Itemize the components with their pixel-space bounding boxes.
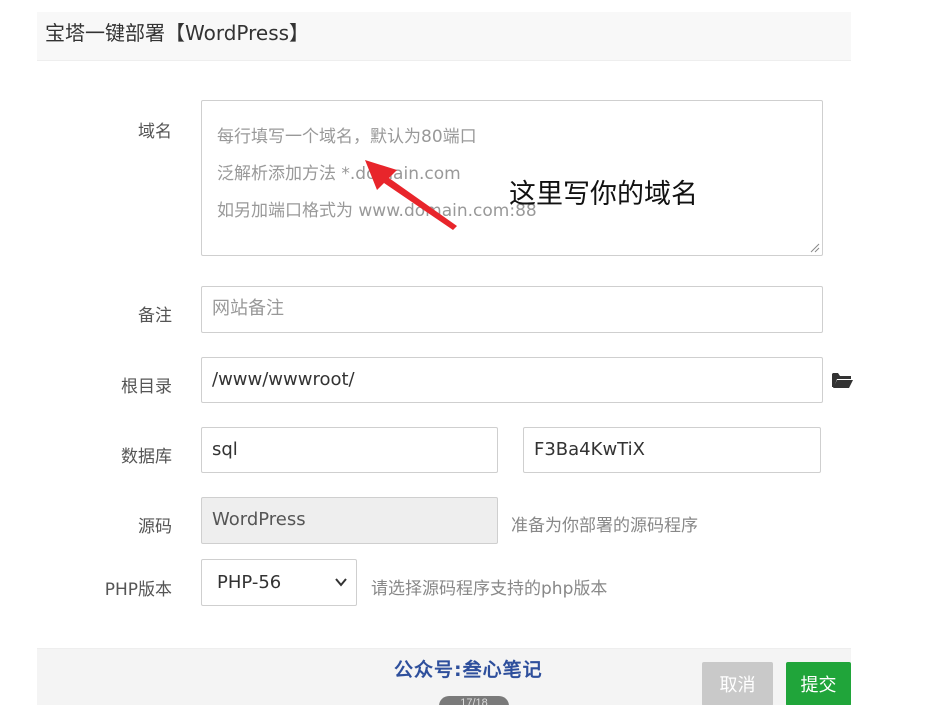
database-user-input[interactable]: sql [201,427,498,473]
folder-open-icon[interactable] [831,371,853,389]
source-input: WordPress [201,497,498,544]
cancel-button[interactable]: 取消 [702,662,773,705]
resize-grip-icon[interactable] [808,241,820,253]
annotation-text: 这里写你的域名 [509,179,698,210]
dialog-footer: 公众号:叁心笔记 取消 提交 17/18 [37,648,851,705]
domain-label: 域名 [138,122,172,142]
remark-input[interactable]: 网站备注 [201,286,823,333]
php-selected-value: PHP-56 [217,572,282,593]
php-version-select[interactable]: PHP-56 [201,559,357,606]
database-password-input[interactable]: F3Ba4KwTiX [523,427,821,473]
chevron-down-icon [335,578,347,587]
source-hint: 准备为你部署的源码程序 [511,516,698,536]
pager-badge: 17/18 [439,696,509,705]
dialog-header: 宝塔一键部署【WordPress】 [37,12,851,61]
domain-placeholder-line-1: 每行填写一个域名，默认为80端口 [217,127,477,147]
php-hint: 请选择源码程序支持的php版本 [371,579,608,599]
deploy-dialog: 宝塔一键部署【WordPress】 域名 每行填写一个域名，默认为80端口 泛解… [37,0,853,705]
submit-button[interactable]: 提交 [786,662,851,705]
php-label: PHP版本 [104,580,172,600]
watermark-text: 公众号:叁心笔记 [394,659,543,681]
dialog-title: 宝塔一键部署【WordPress】 [45,21,310,45]
database-label: 数据库 [121,447,172,467]
root-label: 根目录 [121,377,172,397]
root-input[interactable]: /www/wwwroot/ [201,357,823,403]
red-arrow-icon [365,160,457,230]
source-label: 源码 [138,517,172,537]
remark-label: 备注 [138,306,172,326]
